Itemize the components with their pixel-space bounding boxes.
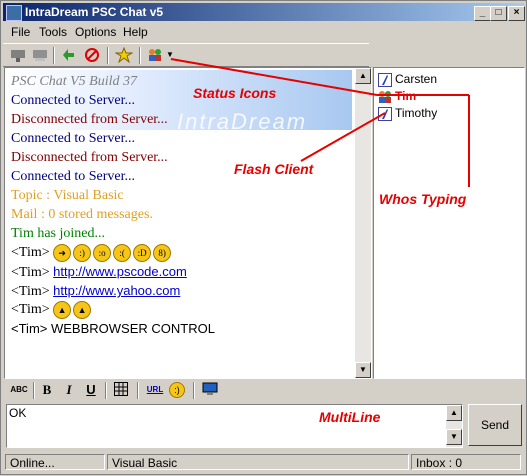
status-bar: Online... Visual Basic Inbox : 0 bbox=[3, 453, 524, 472]
user-name: Carsten bbox=[395, 72, 438, 86]
menu-bar: File Tools Options Help bbox=[3, 23, 524, 41]
flash-client-icon bbox=[378, 106, 392, 121]
scroll-down-button[interactable]: ▼ bbox=[446, 429, 462, 445]
message-sender: <Tim> bbox=[11, 265, 50, 280]
refresh-icon[interactable] bbox=[59, 47, 77, 63]
user-list-item[interactable]: Timothy bbox=[378, 105, 437, 121]
format-toolbar: ABC B I U URL :) bbox=[3, 379, 369, 401]
chat-message: <Tim> WEBBROWSER CONTROL bbox=[11, 321, 215, 336]
status-connection: Online... bbox=[5, 454, 105, 470]
flash-client-icon bbox=[378, 72, 392, 87]
favorite-star-icon[interactable] bbox=[114, 46, 134, 64]
toolbar-separator bbox=[137, 382, 139, 399]
emoticon-icon[interactable]: :) bbox=[169, 382, 187, 399]
close-button[interactable]: × bbox=[508, 6, 525, 21]
up-arrow-emoticon-icon: ▲ bbox=[73, 300, 92, 319]
chat-message: <Tim> ▲ ▲ bbox=[11, 300, 351, 319]
users-dropdown-icon[interactable] bbox=[146, 47, 164, 63]
chat-message: <Tim> http://www.yahoo.com bbox=[11, 281, 351, 300]
status-inbox: Inbox : 0 bbox=[411, 454, 521, 470]
toolbar-separator bbox=[193, 382, 195, 399]
annotation-flash-client: Flash Client bbox=[234, 161, 314, 177]
scroll-up-button[interactable]: ▲ bbox=[355, 68, 371, 84]
menu-help[interactable]: Help bbox=[123, 25, 148, 39]
scroll-down-button[interactable]: ▼ bbox=[355, 362, 371, 378]
underline-button[interactable]: U bbox=[83, 382, 99, 398]
user-list-item[interactable]: Tim bbox=[378, 88, 416, 104]
app-icon bbox=[6, 5, 22, 21]
table-grid-icon[interactable] bbox=[113, 382, 129, 398]
main-toolbar: ▼ bbox=[3, 43, 369, 67]
chevron-down-icon[interactable]: ▼ bbox=[165, 47, 175, 63]
chat-line: Topic : Visual Basic bbox=[11, 188, 124, 203]
chat-window: IntraDream PSC Chat v5 _ □ × File Tools … bbox=[0, 0, 527, 475]
scroll-up-button[interactable]: ▲ bbox=[446, 405, 462, 421]
message-sender: <Tim> bbox=[11, 302, 50, 317]
chat-message: <Tim> ➜:):o:(:D 8) bbox=[11, 243, 351, 262]
menu-tools[interactable]: Tools bbox=[39, 25, 67, 39]
arrow-emoticon-icon: ➜ bbox=[53, 243, 72, 262]
toolbar-separator bbox=[139, 47, 141, 64]
chat-line: Mail : 0 stored messages. bbox=[11, 207, 153, 222]
message-input-box[interactable]: OK ▲ ▼ bbox=[6, 404, 463, 448]
connect-icon[interactable] bbox=[9, 47, 27, 63]
chat-link[interactable]: http://www.yahoo.com bbox=[53, 283, 180, 298]
window-title: IntraDream PSC Chat v5 bbox=[25, 5, 164, 19]
typing-users-icon bbox=[378, 90, 392, 104]
minimize-button[interactable]: _ bbox=[474, 6, 491, 21]
chat-line: Tim has joined... bbox=[11, 226, 105, 241]
insert-url-button[interactable]: URL bbox=[145, 382, 165, 398]
toolbar-separator bbox=[105, 382, 107, 399]
spellcheck-button[interactable]: ABC bbox=[9, 382, 29, 398]
chat-lines: PSC Chat V5 Build 37 Connected to Server… bbox=[11, 72, 351, 338]
chat-scrollbar[interactable]: ▲ ▼ bbox=[355, 68, 371, 378]
stop-icon[interactable] bbox=[83, 47, 101, 63]
status-topic: Visual Basic bbox=[107, 454, 409, 470]
annotation-multiline: MultiLine bbox=[319, 409, 381, 425]
grin-emoticon-icon: :D bbox=[133, 243, 152, 262]
toolbar-separator bbox=[53, 47, 55, 64]
user-name: Timothy bbox=[395, 106, 438, 120]
chat-line: Disconnected from Server... bbox=[11, 112, 168, 127]
user-list-item[interactable]: Carsten bbox=[378, 71, 437, 87]
italic-button[interactable]: I bbox=[61, 382, 77, 398]
bold-button[interactable]: B bbox=[39, 382, 55, 398]
up-arrow-emoticon-icon: ▲ bbox=[53, 300, 72, 319]
monitor-icon[interactable] bbox=[201, 382, 219, 398]
surprised-emoticon-icon: :o bbox=[93, 243, 112, 262]
sad-emoticon-icon: :( bbox=[113, 243, 132, 262]
annotation-whos-typing: Whos Typing bbox=[379, 191, 467, 207]
disconnect-icon[interactable] bbox=[31, 47, 49, 63]
chat-message: <Tim> http://www.pscode.com bbox=[11, 262, 351, 281]
toolbar-separator bbox=[107, 47, 109, 64]
chat-line: PSC Chat V5 Build 37 bbox=[11, 74, 137, 89]
annotation-status-icons: Status Icons bbox=[193, 85, 277, 101]
menu-options[interactable]: Options bbox=[75, 25, 116, 39]
title-bar[interactable]: IntraDream PSC Chat v5 _ □ × bbox=[3, 3, 525, 21]
chat-line: Connected to Server... bbox=[11, 131, 136, 146]
user-list: Carsten Tim Timothy bbox=[373, 67, 525, 379]
chat-line: Connected to Server... bbox=[11, 93, 136, 108]
message-sender: <Tim> bbox=[11, 245, 50, 260]
send-button[interactable]: Send bbox=[468, 404, 522, 446]
chat-link[interactable]: http://www.pscode.com bbox=[53, 264, 187, 279]
chat-log[interactable]: IntraDream PSC Chat V5 Build 37 Connecte… bbox=[4, 67, 372, 379]
user-name: Tim bbox=[395, 89, 417, 103]
smile-emoticon-icon: :) bbox=[73, 243, 92, 262]
maximize-button[interactable]: □ bbox=[490, 6, 507, 21]
menu-file[interactable]: File bbox=[11, 25, 30, 39]
cool-emoticon-icon: 8) bbox=[153, 243, 172, 262]
message-sender: <Tim> bbox=[11, 284, 50, 299]
input-scrollbar[interactable]: ▲ ▼ bbox=[446, 405, 462, 447]
toolbar-separator bbox=[33, 382, 35, 399]
